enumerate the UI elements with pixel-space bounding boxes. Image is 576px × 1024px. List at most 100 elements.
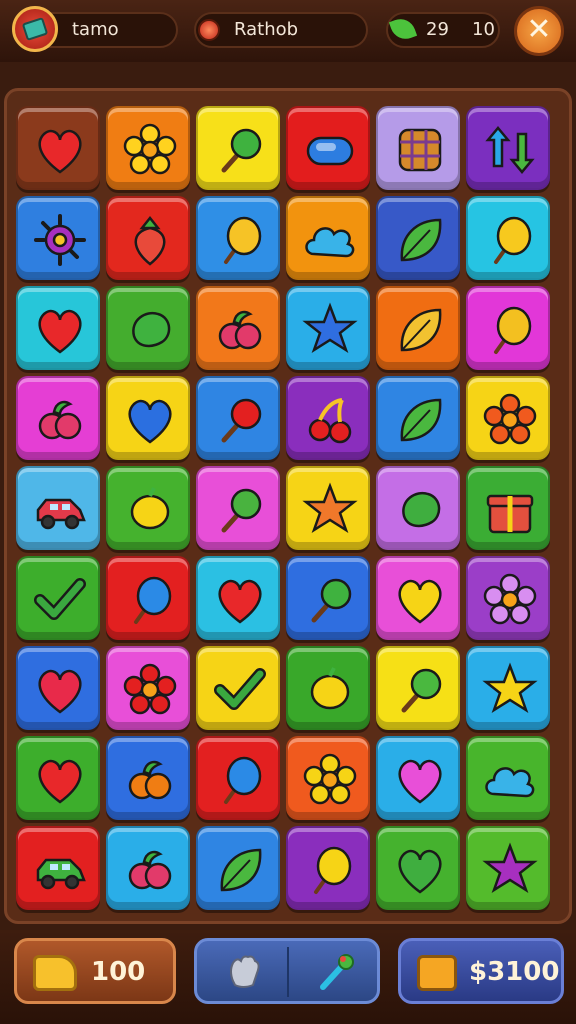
heart-icon <box>398 759 442 804</box>
board-tile[interactable] <box>106 556 190 640</box>
board-tile[interactable] <box>286 196 370 280</box>
board-tile[interactable] <box>196 376 280 460</box>
cash-counter[interactable]: $3100 <box>398 938 564 1004</box>
board-tile[interactable] <box>466 196 550 280</box>
board-tile[interactable] <box>376 376 460 460</box>
board-tile[interactable] <box>466 826 550 910</box>
board-tile[interactable] <box>16 196 100 280</box>
board-tile[interactable] <box>106 736 190 820</box>
coin-counter[interactable]: 100 <box>14 938 176 1004</box>
heart-icon <box>218 579 262 624</box>
board-tile[interactable] <box>286 376 370 460</box>
board-tile[interactable] <box>376 646 460 730</box>
board-tile[interactable] <box>376 556 460 640</box>
board-tile[interactable] <box>16 646 100 730</box>
board-tile[interactable] <box>286 106 370 190</box>
cherry-icon <box>308 398 352 444</box>
board-tile[interactable] <box>16 556 100 640</box>
board-tile[interactable] <box>106 646 190 730</box>
board-tile[interactable] <box>286 556 370 640</box>
board-tile[interactable] <box>196 646 280 730</box>
board-tile[interactable] <box>106 826 190 910</box>
board-tile[interactable] <box>16 466 100 550</box>
board-tile[interactable] <box>16 826 100 910</box>
berry-icon <box>128 850 172 890</box>
glove-booster-button[interactable] <box>203 945 283 999</box>
board-tile[interactable] <box>466 736 550 820</box>
berry-icon <box>38 400 82 440</box>
virus-icon <box>34 214 86 266</box>
board-tile[interactable] <box>16 736 100 820</box>
leaf-icon <box>400 218 442 262</box>
check-icon <box>214 668 266 710</box>
board-tile[interactable] <box>196 736 280 820</box>
resource-label: Rathob <box>234 19 299 40</box>
board-tile[interactable] <box>106 286 190 370</box>
flower-icon <box>483 573 537 625</box>
cheese-coin-icon <box>33 955 77 991</box>
board-tile[interactable] <box>376 106 460 190</box>
balloon-icon <box>494 216 532 264</box>
lemon-icon <box>130 487 170 530</box>
board-tile[interactable] <box>16 376 100 460</box>
wand-icon <box>320 954 354 990</box>
balloon-icon <box>224 216 262 264</box>
board-tile[interactable] <box>376 196 460 280</box>
board-tile[interactable] <box>286 826 370 910</box>
board-tile[interactable] <box>196 286 280 370</box>
bottom-bar: 100 $3100 <box>0 930 576 1024</box>
board-tile[interactable] <box>106 466 190 550</box>
board-tile[interactable] <box>466 286 550 370</box>
wand-booster-button[interactable] <box>295 945 375 999</box>
heart-icon <box>38 669 82 714</box>
board-tile[interactable] <box>376 286 460 370</box>
star-icon <box>482 662 538 713</box>
heart-icon <box>398 579 442 624</box>
board-tile[interactable] <box>196 196 280 280</box>
heart-icon <box>38 759 82 804</box>
board-tile[interactable] <box>466 646 550 730</box>
close-button[interactable]: ✕ <box>514 6 564 56</box>
board-tile[interactable] <box>196 556 280 640</box>
leaf-icon <box>400 308 442 352</box>
heart-icon <box>38 309 82 354</box>
board-tile[interactable] <box>286 286 370 370</box>
bean-icon <box>132 311 171 348</box>
board-tile[interactable] <box>466 376 550 460</box>
resource-pill[interactable]: Rathob <box>194 12 368 48</box>
board-tile[interactable] <box>16 286 100 370</box>
car-icon <box>36 858 86 890</box>
board-tile[interactable] <box>466 466 550 550</box>
heart-icon <box>128 399 172 444</box>
cash-value: $3100 <box>469 957 560 987</box>
balloon-icon <box>134 576 172 624</box>
close-icon: ✕ <box>526 12 552 47</box>
board-tile[interactable] <box>16 106 100 190</box>
board-tile[interactable] <box>196 826 280 910</box>
board-tile[interactable] <box>106 196 190 280</box>
flower-icon <box>303 753 357 805</box>
coin-value: 100 <box>91 957 146 987</box>
board-tile[interactable] <box>286 466 370 550</box>
board-tile[interactable] <box>286 736 370 820</box>
gift-icon <box>486 494 534 534</box>
board-tile[interactable] <box>376 466 460 550</box>
berry-icon <box>128 760 172 800</box>
board-tile[interactable] <box>286 646 370 730</box>
flower-icon <box>123 123 177 175</box>
board-tile[interactable] <box>196 106 280 190</box>
board-tile[interactable] <box>466 556 550 640</box>
board-tile[interactable] <box>466 106 550 190</box>
board-tile[interactable] <box>376 736 460 820</box>
leaf-count: 29 <box>426 19 449 40</box>
moves-count: 10 <box>472 19 495 40</box>
board-tile[interactable] <box>376 826 460 910</box>
board-tile[interactable] <box>196 466 280 550</box>
car-icon <box>36 498 86 530</box>
board-tile[interactable] <box>106 106 190 190</box>
game-board <box>16 106 562 916</box>
profile-card-icon[interactable] <box>12 6 58 52</box>
lollipop-icon <box>311 578 352 623</box>
board-tile[interactable] <box>106 376 190 460</box>
balloon-icon <box>224 756 262 804</box>
